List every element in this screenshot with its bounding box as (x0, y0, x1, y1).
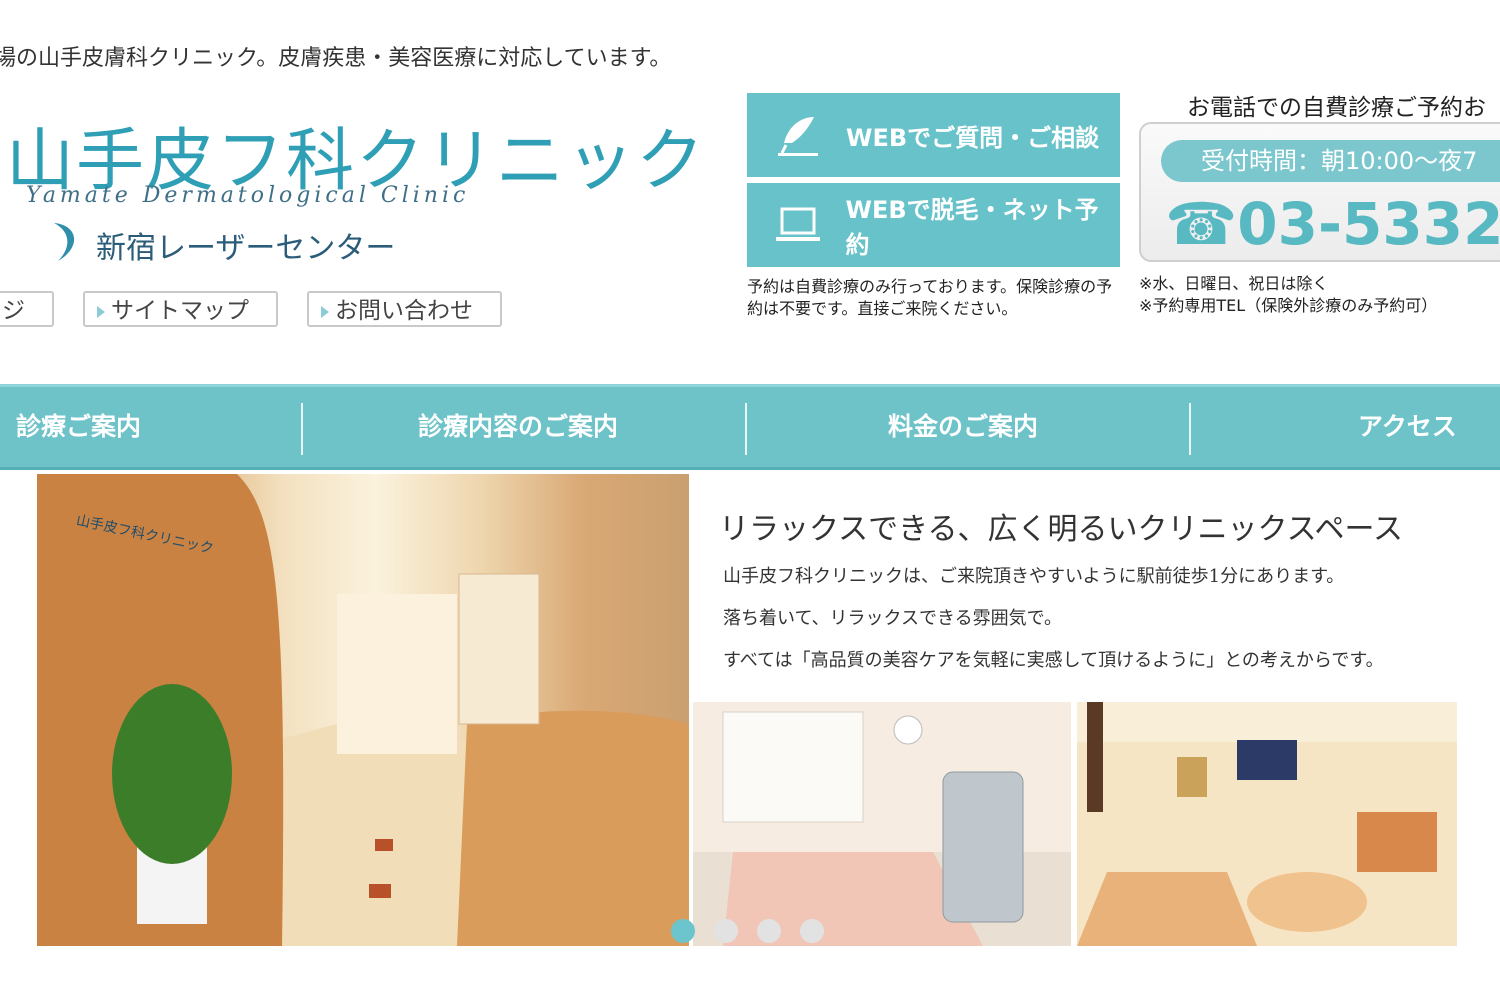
triangle-right-icon (321, 305, 329, 318)
top-link-label: お問い合わせ (335, 298, 473, 324)
tel-note: ※予約専用TEL（保険外診療のみ予約可） (1139, 296, 1438, 315)
closed-days-note: ※水、日曜日、祝日は除く (1139, 274, 1329, 293)
pen-icon (772, 113, 824, 157)
nav-item-access[interactable]: アクセス (1358, 387, 1457, 467)
clinic-logo[interactable]: 山手皮フ科クリニック Yamate Dermatological Clinic … (0, 105, 704, 275)
slider-dot[interactable] (714, 919, 738, 943)
web-consult-label: WEBでご質問・ご相談 (846, 123, 1100, 152)
web-reserve-label: WEBで脱毛・ネット予約 (845, 196, 1099, 259)
nav-separator (745, 403, 747, 455)
reception-photo: 山手皮フ科クリニック (37, 474, 689, 946)
slider-dot[interactable] (800, 919, 824, 943)
waiting-room-photo (1077, 702, 1457, 946)
main-nav: 診療ご案内 診療内容のご案内 料金のご案内 アクセス (0, 384, 1500, 470)
web-consult-button[interactable]: WEBでご質問・ご相談 (747, 93, 1120, 177)
hero-title: リラックスできる、広く明るいクリニックスペース (719, 512, 1403, 547)
phone-box[interactable]: 受付時間：朝10:00〜夜7 ☎03-5332-7 (1139, 122, 1500, 262)
nav-separator (301, 403, 303, 455)
phone-number: ☎03-5332-7 (1165, 190, 1500, 258)
phone-hours: 受付時間：朝10:00〜夜7 (1161, 140, 1500, 182)
reservation-note: 予約は自費診療のみ行っております。保険診療の予約は不要です。直接ご来院ください。 (747, 277, 1113, 318)
top-link-label: サイトマップ (111, 298, 249, 324)
laptop-icon (772, 203, 824, 247)
slider-dot[interactable] (671, 919, 695, 943)
top-link-home[interactable]: ジ (0, 291, 54, 327)
hero-slide[interactable]: 山手皮フ科クリニック リラックスできる、広く明るいクリニックスペース 山手皮フ科… (37, 474, 1457, 946)
nav-item-services[interactable]: 診療内容のご案内 (418, 387, 618, 467)
phone-notes: ※水、日曜日、祝日は除く ※予約専用TEL（保険外診療のみ予約可） (1139, 273, 1437, 317)
triangle-right-icon (97, 305, 105, 318)
site-tagline: 場の山手皮膚科クリニック。皮膚疾患・美容医療に対応しています。 (0, 46, 672, 71)
nav-separator (1189, 403, 1191, 455)
hero-text-panel: リラックスできる、広く明るいクリニックスペース 山手皮フ科クリニックは、ご来院頂… (689, 474, 1457, 700)
nav-item-guide[interactable]: 診療ご案内 (16, 387, 141, 467)
nav-item-pricing[interactable]: 料金のご案内 (888, 387, 1038, 467)
top-link-sitemap[interactable]: サイトマップ (83, 291, 278, 327)
hero-line: 山手皮フ科クリニックは、ご来院頂きやすいように駅前徒歩1分にあります。 (723, 566, 1345, 587)
top-link-contact[interactable]: お問い合わせ (307, 291, 502, 327)
slider-dot[interactable] (757, 919, 781, 943)
phone-heading: お電話での自費診療ご予約お (1187, 95, 1486, 121)
logo-laser-center: 新宿レーザーセンター (96, 231, 396, 266)
logo-swoosh-icon (54, 223, 75, 261)
logo-name-en: Yamate Dermatological Clinic (26, 183, 470, 208)
hero-line: すべては「高品質の美容ケアを気軽に実感して頂けるように」との考えからです。 (723, 650, 1384, 671)
treatment-room-photo (693, 702, 1071, 946)
web-reserve-button[interactable]: WEBで脱毛・ネット予約 (747, 183, 1120, 267)
hero-line: 落ち着いて、リラックスできる雰囲気で。 (723, 608, 1062, 629)
top-link-label: ジ (2, 298, 25, 324)
